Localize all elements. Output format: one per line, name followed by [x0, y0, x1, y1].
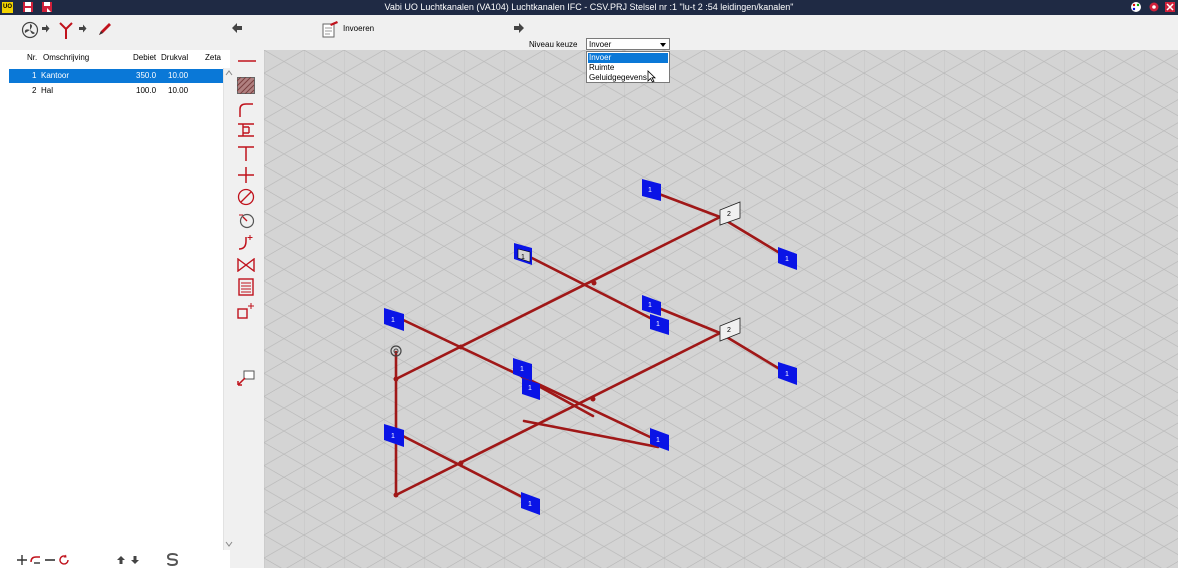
branch-icon[interactable]: [57, 20, 75, 40]
invoeren-label[interactable]: Invoeren: [343, 24, 374, 33]
junction-node[interactable]: [393, 492, 399, 498]
svg-text:1: 1: [521, 254, 525, 261]
move-up-icon[interactable]: [117, 556, 125, 564]
arrow-right-icon[interactable]: [41, 24, 50, 33]
arrow-left-icon[interactable]: [231, 22, 243, 34]
row-nr: 2: [32, 86, 37, 95]
row-debiet: 350.0: [136, 71, 157, 80]
row-omschrijving: Kantoor: [41, 71, 70, 80]
hatch-icon[interactable]: [237, 77, 255, 94]
row-drukval: 10.00: [168, 86, 189, 95]
add-icon[interactable]: [17, 555, 27, 565]
title-bar: UO Vabi UO Luchtkanalen (VA104) Luchtkan…: [0, 0, 1178, 15]
fan-icon[interactable]: [21, 21, 39, 39]
remove-icon[interactable]: [45, 555, 55, 565]
duct-drawing-canvas[interactable]: 1 1 1 1 1 1 1 1 1 1 1 1 1 2 2: [264, 50, 1178, 568]
room-list-panel: Nr. Omschrijving Debiet Drukval Zeta 1 K…: [0, 50, 230, 568]
close-icon[interactable]: [1164, 1, 1176, 13]
svg-text:1: 1: [391, 317, 395, 324]
svg-text:1: 1: [785, 371, 789, 378]
damper-icon[interactable]: [237, 188, 255, 206]
table-row[interactable]: 1 Kantoor 350.0 10.00: [9, 69, 223, 83]
chevron-down-icon[interactable]: [660, 43, 666, 47]
pencil-icon[interactable]: [96, 20, 114, 38]
arrow-right-icon[interactable]: [513, 22, 525, 34]
row-debiet: 100.0: [136, 86, 157, 95]
settings-icon[interactable]: [1148, 1, 1160, 13]
svg-text:1: 1: [391, 433, 395, 440]
bowtie-icon[interactable]: [237, 258, 255, 272]
s-icon[interactable]: [166, 553, 179, 566]
palette-icon[interactable]: [1130, 1, 1142, 13]
mouse-cursor-icon: [647, 70, 656, 83]
col-header-drukval[interactable]: Drukval: [161, 53, 188, 62]
scroll-up-icon[interactable]: [225, 70, 233, 76]
component-toolbar: [233, 50, 264, 568]
option-ruimte[interactable]: Ruimte: [588, 63, 668, 73]
svg-text:2: 2: [727, 211, 731, 218]
niveau-keuze-menu: Invoer Ruimte Geluidgegevens: [586, 51, 670, 83]
scroll-down-icon[interactable]: [225, 541, 233, 547]
option-geluidgegevens[interactable]: Geluidgegevens: [588, 73, 668, 83]
table-row[interactable]: 2 Hal 100.0 10.00: [9, 84, 223, 98]
svg-text:1: 1: [785, 256, 789, 263]
iso-grid: [264, 50, 1178, 568]
list-toolbar: [0, 548, 230, 568]
svg-text:1: 1: [528, 385, 532, 392]
svg-text:1: 1: [648, 187, 652, 194]
junction-node[interactable]: [591, 280, 597, 286]
box-add-icon[interactable]: [237, 302, 255, 320]
col-header-nr[interactable]: Nr.: [27, 53, 37, 62]
junction-node[interactable]: [590, 396, 596, 402]
niveau-keuze-select[interactable]: Invoer: [586, 38, 670, 50]
svg-text:1: 1: [656, 437, 660, 444]
row-nr: 1: [32, 71, 37, 80]
bend-add-icon[interactable]: [237, 233, 255, 251]
dropdown-value: Invoer: [589, 40, 612, 49]
tee-icon[interactable]: [237, 145, 255, 161]
valve-icon[interactable]: [237, 211, 255, 229]
svg-text:2: 2: [727, 327, 731, 334]
window-title: Vabi UO Luchtkanalen (VA104) Luchtkanale…: [384, 2, 794, 12]
cross-icon[interactable]: [237, 166, 255, 184]
svg-text:1: 1: [528, 501, 532, 508]
col-header-omschrijving[interactable]: Omschrijving: [43, 53, 89, 62]
col-header-debiet[interactable]: Debiet: [133, 53, 156, 62]
arrow-right-icon[interactable]: [78, 24, 87, 33]
pick-icon[interactable]: [237, 369, 255, 387]
duct-network-diagram: 1 1 1 1 1 1 1 1 1 1 1 1 1 2 2: [264, 50, 1178, 568]
filter-icon[interactable]: [238, 278, 254, 296]
reducer-icon[interactable]: [237, 123, 255, 137]
refresh-icon[interactable]: [58, 554, 70, 566]
insert-icon[interactable]: [30, 555, 42, 565]
col-header-zeta[interactable]: Zeta: [205, 53, 221, 62]
duct-straight-icon[interactable]: [237, 57, 257, 65]
junction-node[interactable]: [458, 344, 464, 350]
row-omschrijving: Hal: [41, 86, 54, 95]
junction-node[interactable]: [393, 376, 399, 382]
row-drukval: 10.00: [168, 71, 189, 80]
niveau-keuze-label: Niveau keuze: [529, 40, 578, 49]
junction-node[interactable]: [458, 460, 464, 466]
bend-icon[interactable]: [238, 102, 254, 118]
option-invoer[interactable]: Invoer: [588, 53, 668, 63]
invoeren-icon[interactable]: [321, 20, 339, 38]
svg-text:1: 1: [656, 321, 660, 328]
svg-text:1: 1: [520, 366, 524, 373]
move-down-icon[interactable]: [131, 556, 139, 564]
table-scrollbar[interactable]: [223, 68, 233, 550]
